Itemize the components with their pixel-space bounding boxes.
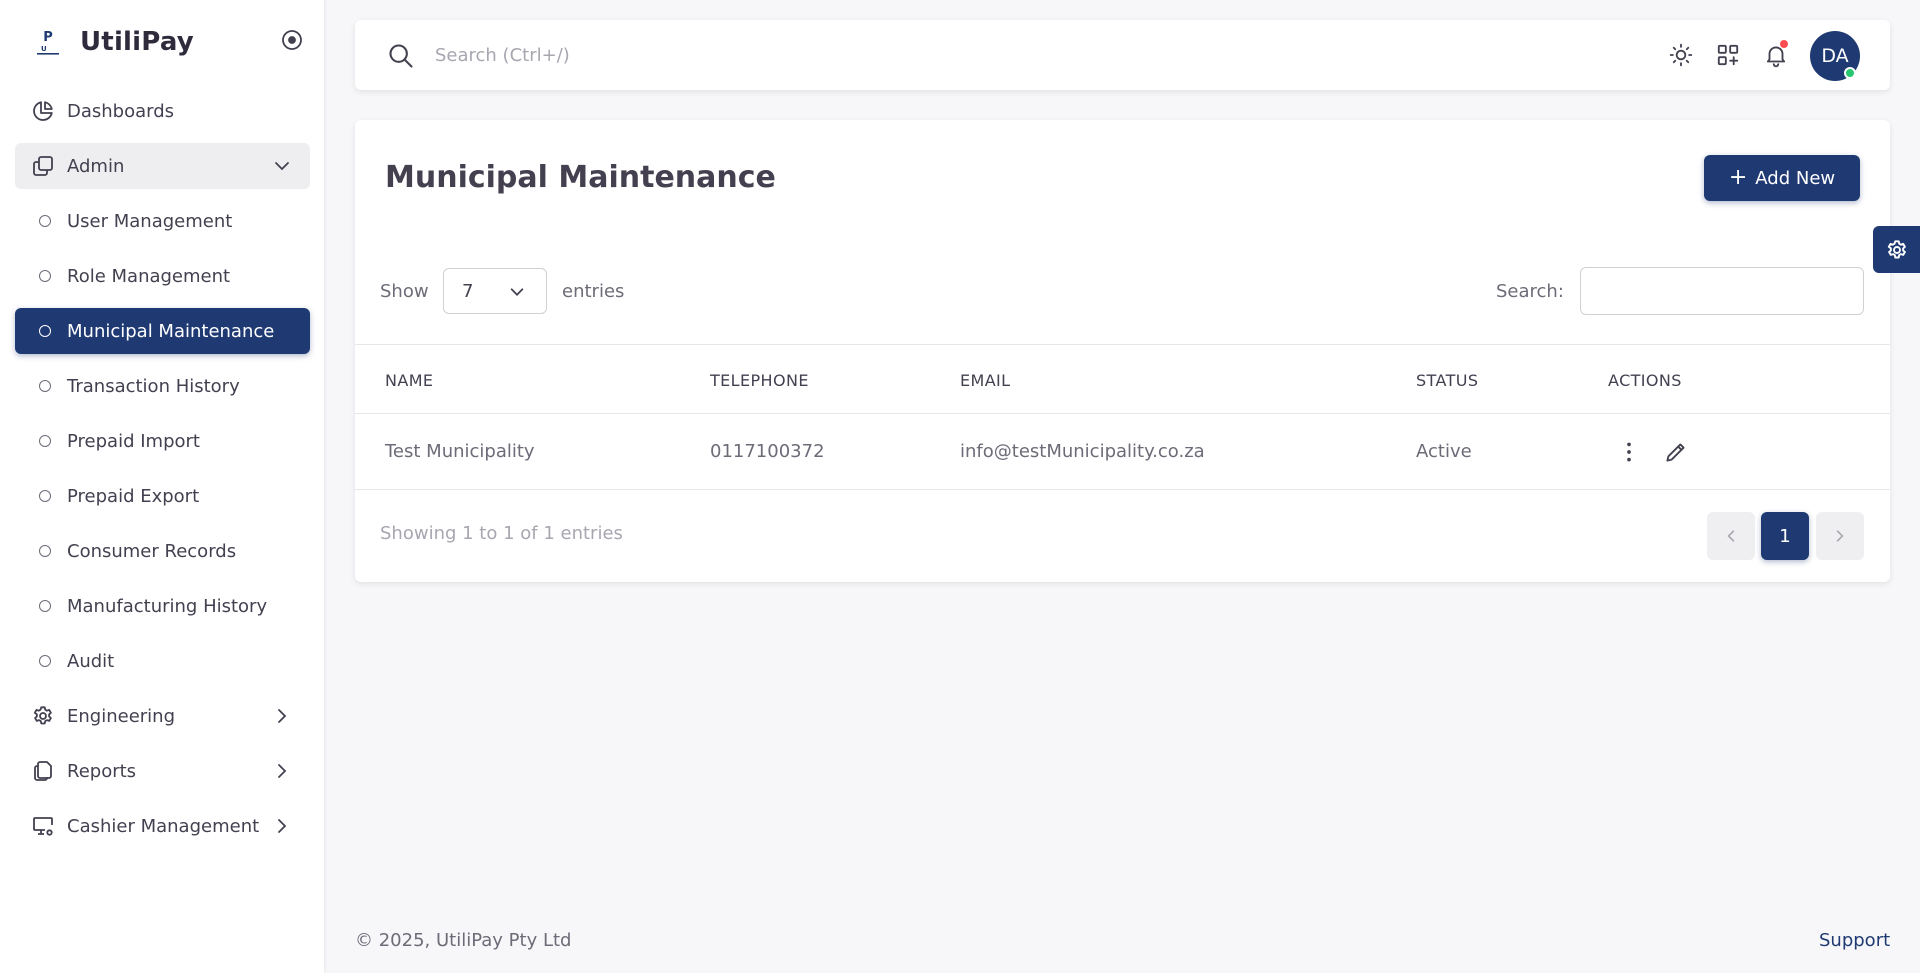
- page-title: Municipal Maintenance: [385, 160, 776, 195]
- add-new-button[interactable]: + Add New: [1704, 155, 1860, 201]
- sidebar-item-label: Transaction History: [67, 375, 240, 397]
- sidebar-item-label: Prepaid Import: [67, 430, 200, 452]
- column-header-email[interactable]: EMAIL: [960, 371, 1011, 390]
- chevron-right-icon: [1832, 528, 1848, 544]
- svg-text:U: U: [41, 45, 47, 53]
- sidebar-item-label: Reports: [67, 760, 137, 782]
- apps-grid-icon[interactable]: [1715, 42, 1741, 68]
- chevron-right-icon: [272, 816, 292, 836]
- table-search-label: Search:: [1496, 281, 1564, 302]
- footer-support-link[interactable]: Support: [1819, 930, 1890, 951]
- sidebar-item-role-management[interactable]: Role Management: [15, 253, 310, 299]
- cell-email: info@testMunicipality.co.za: [960, 441, 1205, 462]
- gear-icon: [31, 704, 55, 728]
- sidebar-item-label: Manufacturing History: [67, 595, 268, 617]
- sidebar-item-label: Role Management: [67, 265, 231, 287]
- sidebar-item-dashboards[interactable]: Dashboards: [15, 88, 310, 134]
- entries-per-page-select[interactable]: 7: [443, 268, 547, 314]
- global-search-input[interactable]: [435, 38, 1035, 72]
- sidebar-item-prepaid-import[interactable]: Prepaid Import: [15, 418, 310, 464]
- circle-icon: [39, 655, 51, 667]
- table-search-input[interactable]: [1580, 267, 1864, 315]
- brand[interactable]: P U UtiliPay: [30, 22, 194, 62]
- sidebar-item-label: Consumer Records: [67, 540, 237, 562]
- show-label: Show: [380, 281, 429, 302]
- circle-icon: [39, 545, 51, 557]
- circle-icon: [39, 215, 51, 227]
- sidebar-item-label: Prepaid Export: [67, 485, 200, 507]
- sidebar-item-transaction-history[interactable]: Transaction History: [15, 363, 310, 409]
- pagination-summary: Showing 1 to 1 of 1 entries: [380, 523, 623, 544]
- sidebar-item-cashier-management[interactable]: Cashier Management: [15, 803, 310, 849]
- footer-copyright: © 2025, UtiliPay Pty Ltd: [355, 930, 572, 951]
- sidebar-item-label: Municipal Maintenance: [67, 320, 275, 342]
- cell-name: Test Municipality: [385, 441, 535, 462]
- cell-status: Active: [1416, 441, 1472, 462]
- online-status-dot: [1844, 67, 1856, 79]
- column-header-telephone[interactable]: TELEPHONE: [710, 371, 809, 390]
- table-header: NAME TELEPHONE EMAIL STATUS ACTIONS: [355, 344, 1890, 414]
- sidebar-item-label: Dashboards: [67, 100, 175, 122]
- chevron-right-icon: [272, 761, 292, 781]
- sidebar-item-municipal-maintenance[interactable]: Municipal Maintenance: [15, 308, 310, 354]
- sidebar-item-label: Cashier Management: [67, 815, 260, 837]
- sidebar-toggle-icon[interactable]: [280, 28, 304, 52]
- pagination-page-1[interactable]: 1: [1761, 512, 1809, 560]
- circle-icon: [39, 600, 51, 612]
- circle-icon: [39, 490, 51, 502]
- brand-logo: P U: [30, 24, 66, 60]
- add-new-label: Add New: [1755, 167, 1836, 189]
- sidebar-item-label: User Management: [67, 210, 233, 232]
- sidebar-item-prepaid-export[interactable]: Prepaid Export: [15, 473, 310, 519]
- pagination-prev-button[interactable]: [1707, 512, 1755, 560]
- plus-icon: +: [1728, 165, 1748, 190]
- column-header-actions: ACTIONS: [1608, 371, 1682, 390]
- circle-icon: [39, 270, 51, 282]
- sidebar-item-user-management[interactable]: User Management: [15, 198, 310, 244]
- topbar: DA: [355, 20, 1890, 90]
- sidebar-item-label: Engineering: [67, 705, 175, 727]
- sidebar-item-label: Admin: [67, 155, 125, 177]
- sidebar-item-audit[interactable]: Audit: [15, 638, 310, 684]
- sidebar-item-engineering[interactable]: Engineering: [15, 693, 310, 739]
- sidebar-item-admin[interactable]: Admin: [15, 143, 310, 189]
- files-icon: [31, 759, 55, 783]
- pagination-next-button[interactable]: [1816, 512, 1864, 560]
- circle-icon: [39, 325, 51, 337]
- chart-pie-icon: [31, 99, 55, 123]
- notification-badge: [1780, 40, 1788, 48]
- circle-icon: [39, 380, 51, 392]
- municipal-maintenance-card: Municipal Maintenance + Add New Show 7 e…: [355, 120, 1890, 582]
- copy-icon: [31, 154, 55, 178]
- pencil-icon[interactable]: [1663, 439, 1689, 465]
- sidebar-item-label: Audit: [67, 650, 115, 672]
- cell-telephone: 0117100372: [710, 441, 825, 462]
- chevron-down-icon: [272, 156, 292, 176]
- chevron-down-icon: [508, 283, 526, 301]
- column-header-name[interactable]: NAME: [385, 371, 433, 390]
- sidebar-nav: Dashboards Admin User Management Role Ma…: [15, 88, 310, 858]
- more-vertical-icon[interactable]: [1616, 439, 1642, 465]
- sun-icon[interactable]: [1668, 42, 1694, 68]
- gear-icon: [1885, 238, 1909, 262]
- sidebar: P U UtiliPay Dashboards Admin User Manag…: [0, 0, 325, 973]
- chevron-right-icon: [272, 706, 292, 726]
- search-icon[interactable]: [387, 42, 415, 70]
- column-header-status[interactable]: STATUS: [1416, 371, 1478, 390]
- entries-value: 7: [462, 280, 474, 302]
- entries-label: entries: [562, 281, 625, 302]
- monitor-gear-icon: [31, 814, 55, 838]
- brand-name: UtiliPay: [80, 27, 194, 57]
- theme-customizer-button[interactable]: [1873, 226, 1920, 273]
- circle-icon: [39, 435, 51, 447]
- table-row: Test Municipality 0117100372 info@testMu…: [355, 414, 1890, 490]
- chevron-left-icon: [1723, 528, 1739, 544]
- sidebar-item-consumer-records[interactable]: Consumer Records: [15, 528, 310, 574]
- sidebar-item-manufacturing-history[interactable]: Manufacturing History: [15, 583, 310, 629]
- sidebar-item-reports[interactable]: Reports: [15, 748, 310, 794]
- svg-text:P: P: [43, 30, 53, 45]
